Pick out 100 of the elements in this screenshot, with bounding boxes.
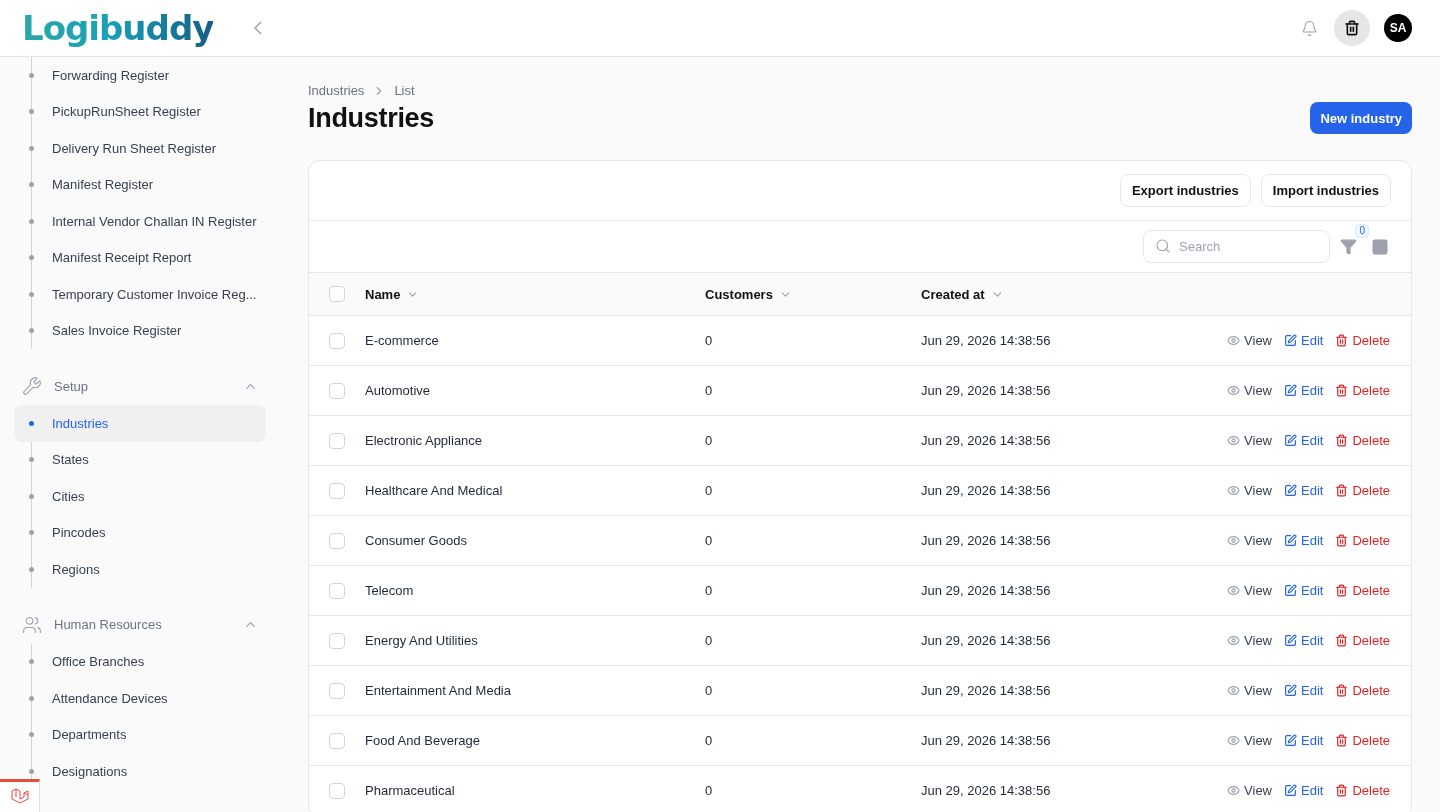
row-checkbox[interactable] bbox=[329, 582, 345, 599]
edit-icon bbox=[1284, 334, 1297, 347]
trash-icon bbox=[1335, 484, 1349, 497]
filter-count: 0 bbox=[1355, 224, 1369, 238]
delete-link[interactable]: Delete bbox=[1335, 333, 1390, 348]
sidebar-item[interactable]: Forwarding Register bbox=[44, 57, 266, 94]
sidebar-item[interactable]: Departments bbox=[44, 716, 266, 753]
row-checkbox[interactable] bbox=[329, 532, 345, 549]
trash-icon bbox=[1335, 684, 1349, 697]
view-link[interactable]: View bbox=[1227, 783, 1272, 798]
import-button[interactable]: Import industries bbox=[1260, 174, 1391, 207]
table-cell: Jun 29, 2026 14:38:56 bbox=[921, 433, 1051, 448]
table-cell: Jun 29, 2026 14:38:56 bbox=[921, 633, 1051, 648]
view-link[interactable]: View bbox=[1227, 483, 1272, 498]
breadcrumb-link[interactable]: List bbox=[394, 83, 415, 98]
edit-link[interactable]: Edit bbox=[1284, 683, 1324, 698]
edit-link[interactable]: Edit bbox=[1284, 483, 1324, 498]
edit-link[interactable]: Edit bbox=[1284, 783, 1324, 798]
table-cell: Jun 29, 2026 14:38:56 bbox=[921, 683, 1051, 698]
edit-link[interactable]: Edit bbox=[1284, 383, 1324, 398]
sidebar-item[interactable]: Industries bbox=[14, 405, 266, 442]
column-header[interactable]: Created at bbox=[921, 286, 985, 302]
eye-icon bbox=[1227, 484, 1241, 497]
sidebar-item[interactable]: Delivery Run Sheet Register bbox=[44, 130, 266, 167]
sidebar-item[interactable]: Office Branches bbox=[44, 643, 266, 680]
sidebar-item[interactable]: Designations bbox=[44, 753, 266, 790]
row-checkbox[interactable] bbox=[329, 682, 345, 699]
debug-tab[interactable] bbox=[0, 779, 40, 812]
column-header[interactable]: Name bbox=[365, 286, 401, 302]
people-icon bbox=[22, 614, 42, 635]
trash-icon bbox=[1335, 734, 1349, 747]
select-all-checkbox[interactable] bbox=[329, 286, 345, 302]
view-link[interactable]: View bbox=[1227, 333, 1272, 348]
eye-icon bbox=[1227, 684, 1241, 697]
view-link[interactable]: View bbox=[1227, 433, 1272, 448]
view-link[interactable]: View bbox=[1227, 583, 1272, 598]
edit-icon bbox=[1284, 484, 1297, 497]
delete-link[interactable]: Delete bbox=[1335, 783, 1390, 798]
sidebar-item[interactable]: Manifest Receipt Report bbox=[44, 239, 266, 276]
sidebar-group-label[interactable]: Setup bbox=[54, 378, 231, 394]
edit-link[interactable]: Edit bbox=[1284, 533, 1324, 548]
new-industry-button[interactable]: New industry bbox=[1310, 102, 1412, 134]
eye-icon bbox=[1227, 534, 1241, 547]
delete-link[interactable]: Delete bbox=[1335, 383, 1390, 398]
delete-link[interactable]: Delete bbox=[1335, 483, 1390, 498]
column-header[interactable]: Customers bbox=[705, 286, 773, 302]
chevron-left-icon bbox=[254, 21, 263, 35]
export-button[interactable]: Export industries bbox=[1119, 174, 1251, 207]
delete-link[interactable]: Delete bbox=[1335, 533, 1390, 548]
delete-link[interactable]: Delete bbox=[1335, 583, 1390, 598]
table-cell: 0 bbox=[705, 383, 713, 398]
edit-link[interactable]: Edit bbox=[1284, 733, 1324, 748]
view-link[interactable]: View bbox=[1227, 533, 1272, 548]
row-checkbox[interactable] bbox=[329, 332, 345, 349]
breadcrumb-link[interactable]: Industries bbox=[308, 83, 365, 98]
sidebar-item[interactable]: Pincodes bbox=[44, 514, 266, 551]
search-icon bbox=[1155, 238, 1171, 254]
view-link[interactable]: View bbox=[1227, 383, 1272, 398]
table-cell: Food And Beverage bbox=[365, 733, 480, 748]
view-link[interactable]: View bbox=[1227, 683, 1272, 698]
edit-icon bbox=[1284, 784, 1297, 797]
delete-link[interactable]: Delete bbox=[1335, 633, 1390, 648]
sidebar-item[interactable]: PickupRunSheet Register bbox=[44, 93, 266, 130]
filter-icon[interactable] bbox=[1340, 238, 1357, 255]
row-checkbox[interactable] bbox=[329, 632, 345, 649]
delete-link[interactable]: Delete bbox=[1335, 683, 1390, 698]
search-field[interactable]: Search bbox=[1143, 230, 1330, 263]
sidebar-item[interactable]: Temporary Customer Invoice Reg... bbox=[44, 276, 266, 313]
edit-icon bbox=[1284, 584, 1297, 597]
edit-link[interactable]: Edit bbox=[1284, 633, 1324, 648]
table-cell: Jun 29, 2026 14:38:56 bbox=[921, 583, 1051, 598]
row-checkbox[interactable] bbox=[329, 382, 345, 399]
table-cell: 0 bbox=[705, 683, 713, 698]
edit-link[interactable]: Edit bbox=[1284, 333, 1324, 348]
row-checkbox[interactable] bbox=[329, 482, 345, 499]
sidebar-item[interactable]: States bbox=[44, 441, 266, 478]
table-cell: 0 bbox=[705, 733, 713, 748]
row-checkbox[interactable] bbox=[329, 782, 345, 799]
edit-icon bbox=[1284, 734, 1297, 747]
eye-icon bbox=[1227, 434, 1241, 447]
table-cell: Jun 29, 2026 14:38:56 bbox=[921, 333, 1051, 348]
sidebar-item[interactable]: Sales Invoice Register bbox=[44, 312, 266, 349]
user-avatar[interactable]: SA bbox=[1384, 14, 1412, 42]
delete-link[interactable]: Delete bbox=[1335, 733, 1390, 748]
trash-icon bbox=[1335, 334, 1349, 347]
sidebar-item[interactable]: Attendance Devices bbox=[44, 680, 266, 717]
trash-button[interactable] bbox=[1334, 10, 1370, 46]
view-link[interactable]: View bbox=[1227, 633, 1272, 648]
delete-link[interactable]: Delete bbox=[1335, 433, 1390, 448]
sidebar-group-label[interactable]: Human Resources bbox=[54, 617, 231, 632]
row-checkbox[interactable] bbox=[329, 432, 345, 449]
eye-icon bbox=[1227, 734, 1241, 747]
sidebar-item[interactable]: Regions bbox=[44, 551, 266, 588]
sidebar-item[interactable]: Internal Vendor Challan IN Register bbox=[44, 203, 266, 240]
sidebar-item[interactable]: Manifest Register bbox=[44, 166, 266, 203]
row-checkbox[interactable] bbox=[329, 732, 345, 749]
edit-link[interactable]: Edit bbox=[1284, 583, 1324, 598]
edit-link[interactable]: Edit bbox=[1284, 433, 1324, 448]
sidebar-item[interactable]: Cities bbox=[44, 478, 266, 515]
view-link[interactable]: View bbox=[1227, 733, 1272, 748]
